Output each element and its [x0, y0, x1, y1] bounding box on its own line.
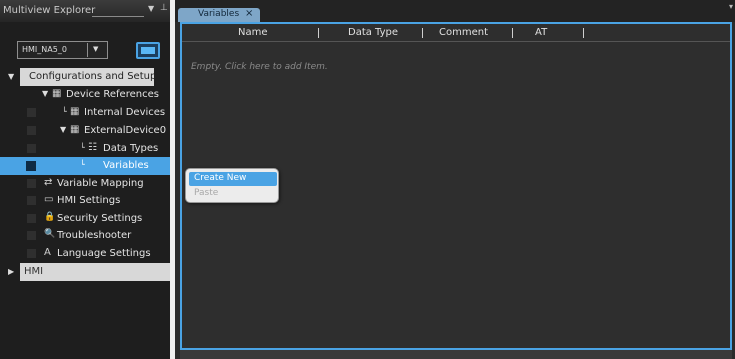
column-header-comment[interactable]: Comment: [439, 27, 488, 38]
pin-icon[interactable]: ⊥: [160, 3, 168, 13]
tree-item-label: Configurations and Setup: [29, 71, 157, 82]
tree-gutter: [26, 161, 36, 171]
column-header-data-type[interactable]: Data Type: [348, 27, 398, 38]
tree-gutter: [27, 179, 36, 188]
magnifier-icon: 🔍: [44, 229, 56, 239]
chevron-down-icon[interactable]: ▼: [148, 4, 154, 13]
tree-branch-icon: └: [62, 107, 67, 116]
tree-gutter: [27, 126, 36, 135]
device-select-value: HMI_NA5_0: [22, 45, 67, 54]
tree-gutter: [27, 108, 36, 117]
device-references-icon: ▦: [52, 88, 62, 99]
tree-gutter: [27, 249, 36, 258]
column-separator[interactable]: [318, 28, 319, 38]
tree-item-external-device0[interactable]: ▼ ▦ ExternalDevice0: [0, 122, 170, 140]
internal-devices-icon: ▦: [70, 106, 80, 117]
tree-item-configurations-and-setup[interactable]: Configurations and Setup: [20, 68, 157, 86]
tree-item-label: Variables: [103, 160, 149, 171]
tab-strip: Variables × ▾: [175, 0, 735, 22]
tree-item-troubleshooter[interactable]: 🔍 Troubleshooter: [0, 227, 170, 245]
tree-item-label: HMI: [24, 266, 44, 277]
explorer-title: Multiview Explorer: [3, 5, 96, 16]
tree-item-label: Data Types: [103, 143, 159, 154]
tree-item-hmi-settings[interactable]: ▭ HMI Settings: [0, 192, 170, 210]
device-select-arrow-icon[interactable]: ▼: [93, 45, 98, 53]
context-menu: Create New Paste: [185, 168, 279, 203]
device-select-divider: [87, 43, 88, 57]
tree-gutter: [27, 196, 36, 205]
tree-item-label: HMI Settings: [57, 195, 121, 206]
tree-item-label: Variable Mapping: [57, 178, 144, 189]
column-separator[interactable]: [422, 28, 423, 38]
tree-branch-icon: └: [80, 143, 85, 152]
external-device-icon: ▦: [70, 124, 80, 135]
tree-gutter: [27, 144, 36, 153]
lock-icon: 🔒: [44, 212, 56, 222]
expand-arrow-icon[interactable]: ▼: [60, 125, 66, 134]
tree-item-label: Internal Devices: [84, 107, 166, 118]
tree-item-variables[interactable]: └ Variables: [0, 157, 170, 175]
tree-branch-icon: └: [80, 160, 85, 169]
close-icon[interactable]: ×: [245, 8, 253, 19]
tree-item-data-types[interactable]: └ ☷ Data Types: [0, 140, 170, 158]
tree-item-internal-devices[interactable]: └ ▦ Internal Devices: [0, 104, 170, 122]
expand-arrow-icon[interactable]: ▼: [8, 72, 14, 81]
menu-item-create-new[interactable]: Create New: [189, 172, 277, 186]
title-underline: [92, 16, 144, 17]
explorer-title-bar: Multiview Explorer ▼ ⊥: [0, 0, 170, 22]
tab-label: Variables: [198, 9, 240, 19]
tab-variables[interactable]: Variables ×: [178, 8, 260, 22]
hmi-settings-icon: ▭: [44, 194, 54, 205]
empty-table-hint[interactable]: Empty. Click here to add Item.: [191, 62, 328, 72]
multiview-explorer: Multiview Explorer ▼ ⊥ HMI_NA5_0 ▼ ▼ Con…: [0, 0, 170, 359]
tree-item-label: Device References: [66, 89, 159, 100]
table-header: Name Data Type Comment AT: [182, 24, 730, 42]
expand-arrow-icon[interactable]: ▼: [42, 89, 48, 98]
expand-arrow-icon[interactable]: ▶: [8, 267, 14, 276]
column-separator[interactable]: [512, 28, 513, 38]
tree-item-security-settings[interactable]: 🔒 Security Settings: [0, 210, 170, 228]
tree-item-label: Security Settings: [57, 213, 143, 224]
tree-item-device-references[interactable]: ▼ ▦ Device References: [0, 86, 170, 104]
menu-item-label: Create New: [194, 173, 247, 183]
column-separator[interactable]: [583, 28, 584, 38]
tree-gutter: [27, 231, 36, 240]
language-icon: A: [44, 247, 51, 258]
tree-item-hmi[interactable]: HMI: [20, 263, 170, 281]
menu-item-paste[interactable]: Paste: [194, 188, 218, 198]
editor-bottom-bar: [180, 350, 732, 359]
column-header-name[interactable]: Name: [238, 27, 268, 38]
data-types-icon: ☷: [88, 142, 97, 153]
tree-item-variable-mapping[interactable]: ⇄ Variable Mapping: [0, 175, 170, 193]
tree-item-label: Language Settings: [57, 248, 151, 259]
monitor-icon[interactable]: [136, 42, 160, 59]
tree-item-label: ExternalDevice0: [84, 125, 167, 136]
tree-item-label: Troubleshooter: [57, 230, 132, 241]
tab-menu-icon[interactable]: ▾: [729, 2, 733, 11]
variable-mapping-icon: ⇄: [44, 177, 53, 188]
tree-gutter: [27, 214, 36, 223]
column-header-at[interactable]: AT: [535, 27, 547, 38]
device-select[interactable]: HMI_NA5_0 ▼: [17, 41, 108, 59]
tree-item-language-settings[interactable]: A Language Settings: [0, 245, 170, 263]
